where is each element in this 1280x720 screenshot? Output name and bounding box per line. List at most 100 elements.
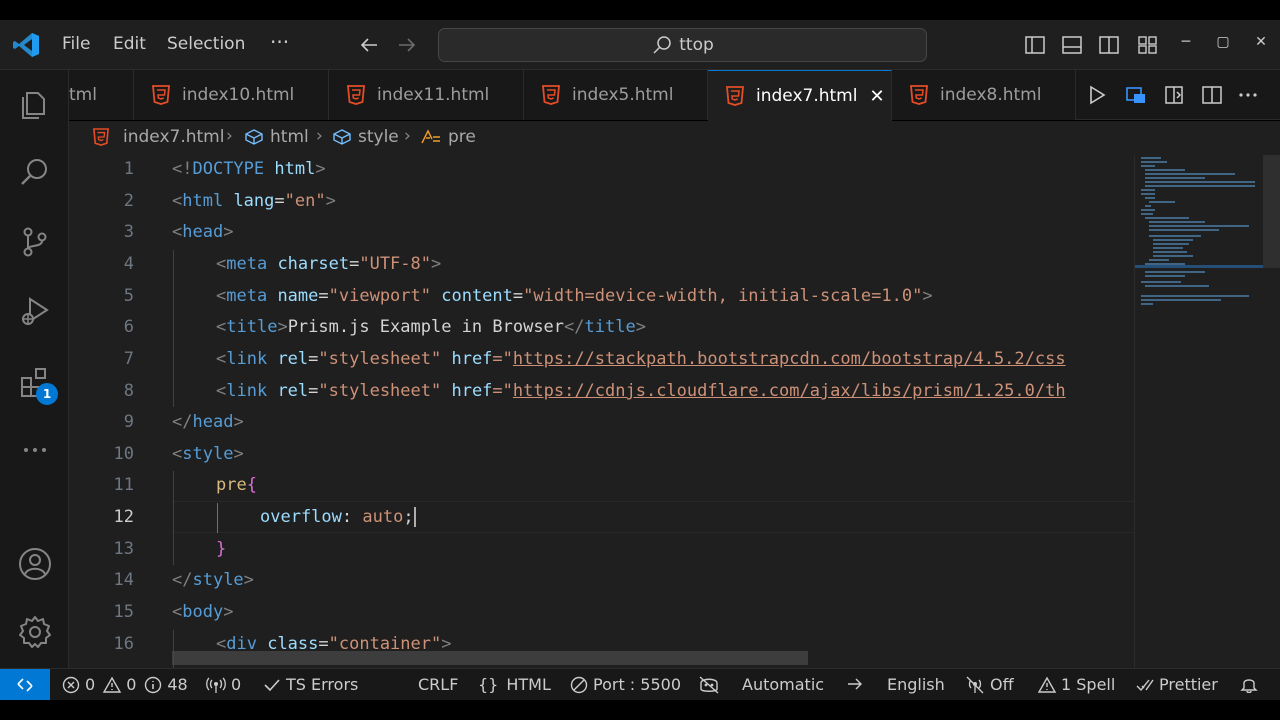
ports-count: 0 (231, 675, 242, 694)
more-icon[interactable] (15, 430, 55, 470)
html5-file-icon (726, 86, 744, 106)
tab-index10[interactable]: index10.html (134, 70, 329, 120)
minimap-line (1153, 239, 1193, 241)
menu-selection[interactable]: Selection (167, 34, 245, 54)
tab-index8[interactable]: index8.html (892, 70, 1076, 120)
forward-arrow-icon[interactable] (394, 32, 420, 58)
search-text: ttop (679, 35, 714, 55)
minimap-slider[interactable] (1263, 155, 1280, 268)
eol-status[interactable]: CRLF (418, 675, 458, 694)
ports-status[interactable]: 0 (206, 675, 241, 694)
info-icon (145, 676, 162, 693)
settings-gear-icon[interactable] (15, 612, 55, 652)
breadcrumb-file-label: index7.html (123, 127, 225, 147)
vscode-logo-icon (13, 33, 39, 57)
ts-errors-status[interactable]: TS Errors (263, 675, 358, 694)
tab-index11[interactable]: index11.html (329, 70, 524, 120)
tab-index7[interactable]: index7.html ✕ (708, 70, 892, 121)
eol-label: CRLF (418, 675, 459, 694)
breadcrumb: index7.html › html › style › pre (69, 121, 1280, 155)
line-number: 5 (123, 286, 134, 306)
remote-indicator-icon[interactable] (0, 669, 50, 701)
spell-status[interactable]: 1 Spell (1038, 675, 1115, 694)
source-control-icon[interactable] (15, 222, 55, 262)
tab-label: index11.html (377, 85, 490, 105)
customize-layout-icon[interactable] (1135, 32, 1161, 58)
horizontal-scrollbar[interactable] (172, 651, 808, 665)
toggle-panel-icon[interactable] (1059, 32, 1085, 58)
live-server-port-status[interactable]: Port : 5500 (570, 675, 681, 694)
menu-file[interactable]: File (62, 34, 90, 54)
tab-html-partial[interactable]: tml (69, 70, 134, 120)
command-center-search[interactable]: ttop (438, 28, 927, 62)
minimap[interactable] (1134, 155, 1280, 668)
copilot-status[interactable] (698, 675, 725, 695)
prettier-status[interactable]: Prettier (1136, 675, 1218, 694)
close-window-button[interactable]: ✕ (1249, 34, 1273, 50)
symbol-key-icon (421, 129, 440, 144)
open-changes-icon[interactable] (1161, 82, 1187, 108)
status-bar: 0 0 48 0 TS Errors CRLF {} HTML Port : 5… (0, 668, 1280, 701)
code-line-5: <meta name="viewport" content="width=dev… (216, 286, 933, 306)
minimize-button[interactable]: ─ (1174, 34, 1198, 50)
menu-more[interactable]: ··· (270, 30, 289, 54)
stylesheet-link[interactable]: https://stackpath.bootstrapcdn.com/boots… (513, 349, 1066, 369)
chevron-right-icon: › (226, 126, 233, 146)
explorer-icon[interactable] (15, 84, 55, 124)
stylesheet-link[interactable]: https://cdnjs.cloudflare.com/ajax/libs/p… (513, 381, 1066, 401)
html5-file-icon (542, 85, 560, 105)
minimap-line (1141, 189, 1155, 191)
chevron-right-icon: › (316, 126, 323, 146)
minimap-line (1149, 229, 1219, 231)
line-number: 15 (113, 602, 134, 622)
extensions-badge: 1 (36, 383, 58, 405)
line-number: 3 (123, 222, 134, 242)
run-icon[interactable] (1084, 82, 1110, 108)
account-icon[interactable] (15, 544, 55, 584)
problems-status[interactable]: 0 0 48 (62, 675, 188, 694)
minimap-line (1149, 259, 1169, 261)
breadcrumb-pre[interactable]: pre (420, 127, 476, 147)
arrow-right-icon[interactable] (846, 675, 869, 693)
language-mode-status[interactable]: {} HTML (478, 675, 551, 694)
minimap-line (1141, 303, 1153, 305)
back-arrow-icon[interactable] (356, 32, 382, 58)
automatic-status[interactable]: Automatic (742, 675, 824, 694)
minimap-line (1149, 235, 1201, 237)
warning-icon (1038, 676, 1056, 693)
breadcrumb-style[interactable]: style (332, 127, 399, 147)
search-icon[interactable] (15, 152, 55, 192)
breadcrumb-file[interactable]: index7.html (93, 127, 224, 147)
minimap-line (1141, 213, 1153, 215)
tab-label: index10.html (182, 85, 295, 105)
code-line-14: </style> (172, 570, 254, 590)
minimap-current-line (1135, 265, 1263, 268)
run-debug-icon[interactable] (15, 291, 55, 331)
menu-edit[interactable]: Edit (113, 34, 146, 54)
minimap-line (1145, 185, 1255, 187)
tab-index5[interactable]: index5.html (524, 70, 708, 120)
maximize-button[interactable]: ▢ (1211, 34, 1235, 50)
tab-label: tml (69, 85, 97, 105)
code-editor[interactable]: 1 2 3 4 5 6 7 8 9 10 11 12 13 14 15 16 <… (69, 155, 1134, 668)
notifications-bell-icon[interactable] (1240, 675, 1263, 693)
minimap-line (1149, 201, 1175, 203)
locale-status[interactable]: English (887, 675, 945, 694)
split-editor-icon[interactable] (1199, 82, 1225, 108)
spell-off-status[interactable]: Off (965, 675, 1014, 694)
minimap-line (1145, 173, 1235, 175)
tab-close-icon[interactable]: ✕ (869, 86, 884, 107)
port-label: Port : 5500 (593, 675, 681, 694)
code-line-11: pre{ (216, 475, 257, 495)
circle-slash-icon (570, 676, 588, 693)
braces-icon: {} (478, 675, 499, 694)
more-actions-icon[interactable] (1235, 82, 1261, 108)
minimap-line (1149, 221, 1205, 223)
minimap-line (1149, 225, 1249, 227)
code-line-7: <link rel="stylesheet" href="https://sta… (216, 349, 1066, 369)
indent-guide (173, 250, 174, 407)
breadcrumb-html[interactable]: html (244, 127, 309, 147)
live-preview-icon[interactable] (1123, 82, 1149, 108)
toggle-secondary-sidebar-icon[interactable] (1096, 32, 1122, 58)
toggle-primary-sidebar-icon[interactable] (1022, 32, 1048, 58)
